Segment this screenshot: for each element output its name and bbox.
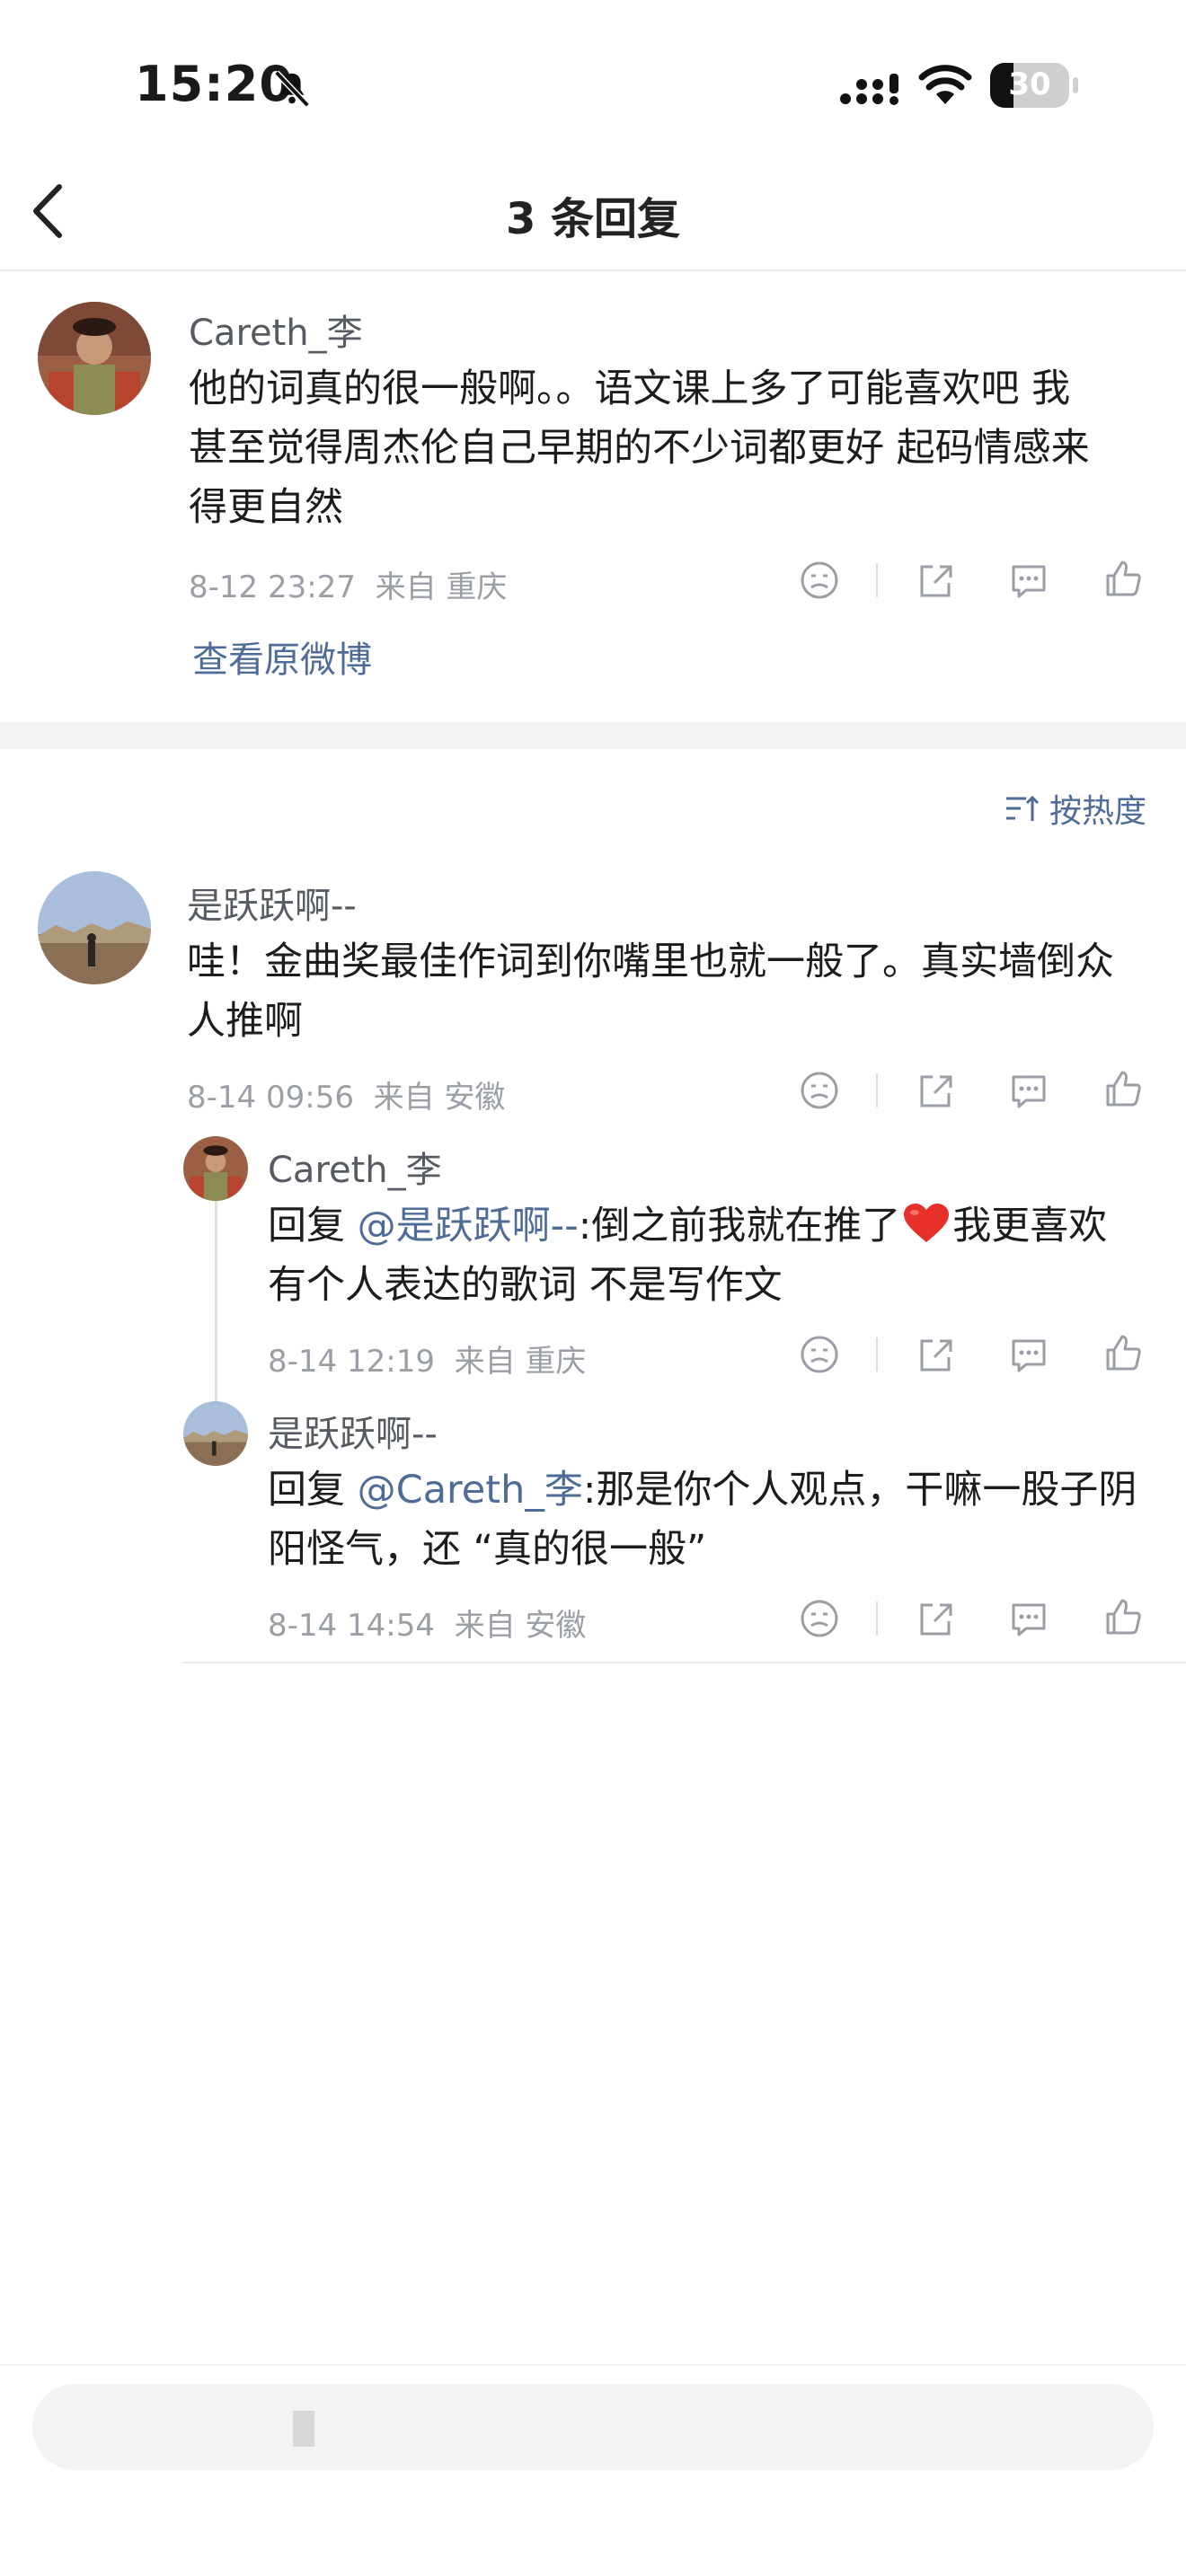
input-cursor bbox=[293, 2411, 314, 2447]
reply-prefix: 回复 bbox=[268, 1204, 358, 1248]
sub-reply-meta: 8-14 14:54 来自 安徽 bbox=[268, 1608, 587, 1644]
mention-link[interactable]: @Careth_李 bbox=[358, 1468, 583, 1513]
reply-text-line: 人推啊 bbox=[187, 999, 303, 1044]
like-icon[interactable] bbox=[1102, 1596, 1144, 1637]
sub-reply-meta: 8-14 12:19 来自 重庆 bbox=[268, 1344, 587, 1380]
dislike-icon[interactable] bbox=[799, 1070, 840, 1111]
reply-text-part: :倒之前我就在推了 bbox=[578, 1204, 901, 1248]
mention-link[interactable]: @是跃跃啊-- bbox=[358, 1204, 579, 1248]
view-original-weibo-link[interactable]: 查看原微博 bbox=[192, 631, 372, 683]
reply-text: 哇！金曲奖最佳作词到你嘴里也就一般了。真实墙倒众 人推啊 bbox=[187, 932, 1175, 1051]
dislike-icon[interactable] bbox=[799, 560, 840, 601]
avatar[interactable] bbox=[183, 1136, 248, 1201]
sort-label: 按热度 bbox=[1049, 793, 1146, 830]
battery-level-text: 30 bbox=[1008, 66, 1051, 102]
comment-text-line: 甚至觉得周杰伦自己早期的不少词都更好 起码情感来 bbox=[189, 426, 1090, 471]
sort-icon bbox=[1005, 795, 1040, 821]
reply-text-part: 我更喜欢 bbox=[952, 1204, 1108, 1248]
action-divider bbox=[876, 1073, 878, 1107]
heart-emoji-icon bbox=[904, 1204, 950, 1242]
header-divider bbox=[0, 269, 1186, 271]
reply-meta: 8-14 09:56 来自 安徽 bbox=[187, 1080, 506, 1116]
status-time: 15:20 bbox=[135, 56, 294, 112]
reply-text-line: 有个人表达的歌词 不是写作文 bbox=[268, 1263, 783, 1308]
reply-text-part: :那是你个人观点，干嘛一股子阴 bbox=[582, 1468, 1137, 1513]
like-icon[interactable] bbox=[1102, 1332, 1144, 1373]
comment-text: 他的词真的很一般啊。。语文课上多了可能喜欢吧 我 甚至觉得周杰伦自己早期的不少词… bbox=[189, 359, 1159, 537]
comment-icon[interactable] bbox=[1008, 1070, 1049, 1111]
sub-reply-text: 回复 @是跃跃啊--:倒之前我就在推了 我更喜欢 有个人表达的歌词 不是写作文 bbox=[268, 1196, 1175, 1315]
avatar[interactable] bbox=[38, 302, 151, 415]
comment-author[interactable]: Careth_李 bbox=[189, 304, 363, 356]
comment-input[interactable] bbox=[32, 2384, 1154, 2470]
comment-text-line: 他的词真的很一般啊。。语文课上多了可能喜欢吧 我 bbox=[189, 366, 1071, 411]
battery-indicator: 30 bbox=[990, 63, 1080, 111]
action-divider bbox=[876, 563, 878, 597]
reply-text-line: 阳怪气，还 “真的很一般” bbox=[268, 1527, 707, 1572]
dislike-icon[interactable] bbox=[799, 1334, 840, 1375]
reply-prefix: 回复 bbox=[268, 1468, 358, 1513]
page-title: 3 条回复 bbox=[505, 194, 681, 244]
footer-divider bbox=[0, 2364, 1186, 2366]
comment-meta: 8-12 23:27 来自 重庆 bbox=[189, 569, 508, 605]
action-divider bbox=[876, 1337, 878, 1372]
reply-text-line: 哇！金曲奖最佳作词到你嘴里也就一般了。真实墙倒众 bbox=[187, 940, 1114, 984]
comment-icon[interactable] bbox=[1008, 1334, 1049, 1375]
like-icon[interactable] bbox=[1102, 558, 1144, 599]
reply-list-divider bbox=[181, 1662, 1186, 1663]
avatar[interactable] bbox=[38, 871, 151, 984]
reply-author[interactable]: 是跃跃啊-- bbox=[187, 877, 357, 929]
bell-muted-icon bbox=[274, 70, 310, 108]
sub-reply-text: 回复 @Careth_李:那是你个人观点，干嘛一股子阴 阳怪气，还 “真的很一般… bbox=[268, 1460, 1175, 1579]
like-icon[interactable] bbox=[1102, 1068, 1144, 1109]
comment-icon[interactable] bbox=[1008, 560, 1049, 601]
dislike-icon[interactable] bbox=[799, 1598, 840, 1639]
sort-by-hot-button[interactable]: 按热度 bbox=[1005, 785, 1146, 832]
action-divider bbox=[876, 1601, 878, 1636]
sub-reply-author[interactable]: 是跃跃啊-- bbox=[268, 1405, 438, 1457]
share-icon[interactable] bbox=[915, 1070, 956, 1111]
avatar[interactable] bbox=[183, 1401, 248, 1466]
sub-reply-author[interactable]: Careth_李 bbox=[268, 1141, 442, 1193]
comment-text-line: 得更自然 bbox=[189, 485, 343, 530]
share-icon[interactable] bbox=[915, 1334, 956, 1375]
share-icon[interactable] bbox=[915, 1598, 956, 1639]
share-icon[interactable] bbox=[915, 560, 956, 601]
section-divider bbox=[0, 722, 1186, 749]
wifi-icon bbox=[918, 65, 972, 104]
cellular-signal-icon bbox=[840, 74, 898, 105]
comment-icon[interactable] bbox=[1008, 1598, 1049, 1639]
thread-line bbox=[215, 1186, 217, 1401]
